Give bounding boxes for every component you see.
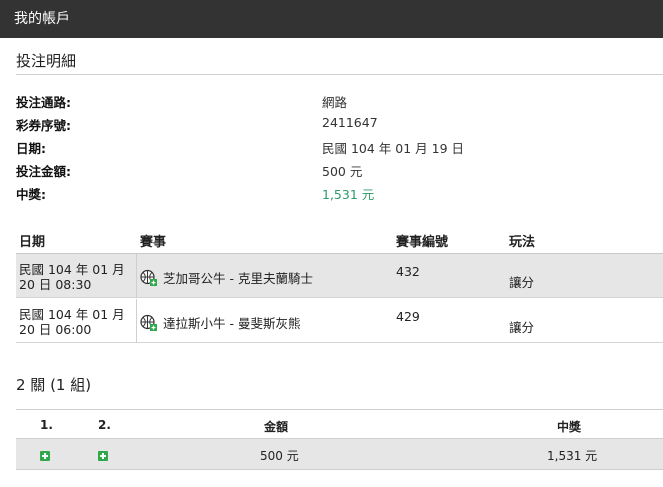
combo-header-amount: 金額 — [264, 420, 289, 434]
row-date: 民國 104 年 01 月 20 日 06:00 — [19, 307, 129, 337]
row-event-number: 429 — [396, 309, 420, 324]
expand-leg1-icon[interactable] — [40, 450, 50, 464]
combo-prize: 1,531 元 — [547, 449, 598, 463]
detail-value: 網路 — [322, 95, 348, 110]
column-divider — [136, 299, 137, 343]
row-event-name: 芝加哥公牛 - 克里夫蘭騎士 — [163, 271, 313, 286]
row-date-line1: 民國 104 年 01 月 — [19, 307, 125, 322]
row-date-line1: 民國 104 年 01 月 — [19, 262, 125, 277]
row-date: 民國 104 年 01 月 20 日 08:30 — [19, 262, 129, 292]
column-header-play: 玩法 — [509, 235, 536, 250]
page-header-title: 我的帳戶 — [14, 11, 70, 27]
combo-table-row: 500 元 1,531 元 — [16, 439, 663, 470]
row-event-name: 達拉斯小牛 - 曼斐斯灰熊 — [163, 316, 301, 331]
combo-header-prize: 中獎 — [557, 420, 582, 434]
detail-value: 2411647 — [322, 115, 378, 130]
row-event-number: 432 — [396, 264, 420, 279]
row-date-line2: 20 日 08:30 — [19, 277, 92, 292]
combo-table-header: 1. 2. 金額 中獎 — [16, 409, 663, 439]
detail-value: 民國 104 年 01 月 19 日 — [322, 141, 465, 156]
combo-amount: 500 元 — [260, 449, 299, 463]
section-title: 投注明細 — [16, 52, 77, 70]
column-header-event-number: 賽事編號 — [396, 235, 449, 250]
detail-label: 彩券序號: — [16, 118, 71, 133]
row-play: 讓分 — [509, 275, 535, 290]
row-event: 芝加哥公牛 - 克里夫蘭騎士 — [140, 268, 313, 287]
row-date-line2: 20 日 06:00 — [19, 322, 92, 337]
basketball-icon[interactable] — [140, 269, 157, 286]
detail-label: 投注通路: — [16, 95, 71, 110]
column-header-date: 日期 — [19, 235, 46, 250]
detail-value: 500 元 — [322, 164, 363, 179]
table-row: 民國 104 年 01 月 20 日 08:30 芝加哥公牛 - 克里夫蘭騎士 … — [16, 254, 663, 298]
detail-label: 中獎: — [16, 187, 46, 202]
combo-header-leg1: 1. — [40, 418, 53, 432]
detail-row-prize: 中獎: 1,531 元 — [16, 184, 616, 204]
section-divider — [16, 74, 663, 75]
row-event: 達拉斯小牛 - 曼斐斯灰熊 — [140, 313, 300, 332]
detail-row-serial: 彩券序號: 2411647 — [16, 115, 616, 135]
expand-leg2-icon[interactable] — [98, 450, 108, 464]
combo-header-leg2: 2. — [98, 418, 111, 432]
top-header-bar: 我的帳戶 — [0, 0, 663, 38]
prize-value: 1,531 元 — [322, 187, 375, 202]
column-header-event: 賽事 — [140, 235, 167, 250]
column-divider — [136, 254, 137, 298]
combo-title: 2 關 (1 組) — [16, 376, 92, 394]
detail-row-amount: 投注金額: 500 元 — [16, 161, 616, 181]
detail-label: 日期: — [16, 141, 46, 156]
basketball-icon[interactable] — [140, 314, 157, 331]
detail-row-channel: 投注通路: 網路 — [16, 92, 616, 112]
detail-label: 投注金額: — [16, 164, 71, 179]
bets-table-header: 日期 賽事 賽事編號 玩法 — [16, 228, 663, 254]
detail-row-date: 日期: 民國 104 年 01 月 19 日 — [16, 138, 616, 158]
row-play: 讓分 — [509, 320, 535, 335]
table-row: 民國 104 年 01 月 20 日 06:00 達拉斯小牛 - 曼斐斯灰熊 4… — [16, 299, 663, 343]
